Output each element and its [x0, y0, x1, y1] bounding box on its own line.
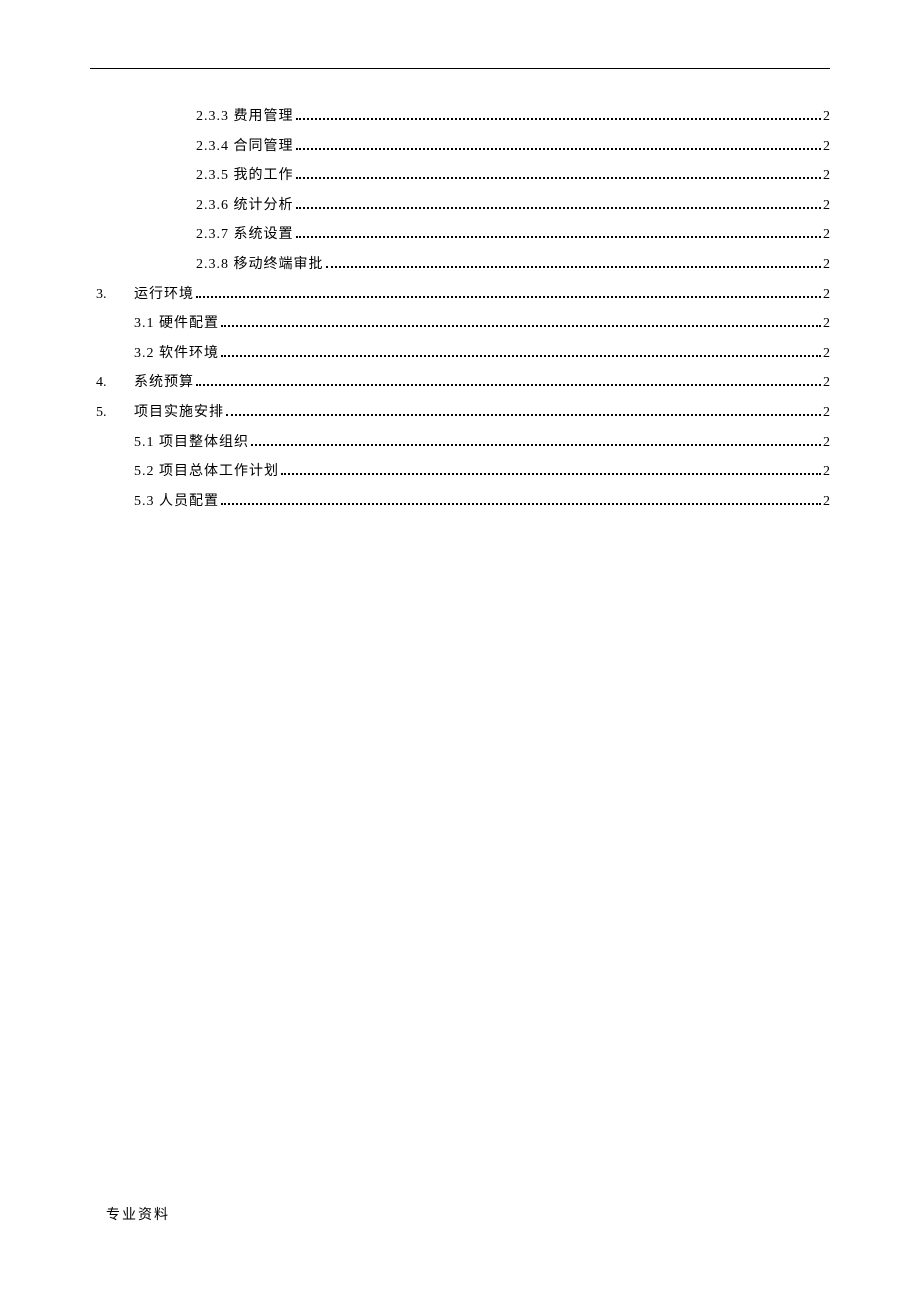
toc-page-number: 2 — [823, 403, 830, 423]
toc-section-number: 4. — [90, 373, 134, 393]
toc-page-number: 2 — [823, 285, 830, 305]
table-of-contents: 2.3.3 费用管理 2 2.3.4 合同管理 2 2.3.5 我的工作 2 2… — [90, 107, 830, 511]
toc-entry: 5.2 项目总体工作计划 2 — [90, 462, 830, 482]
toc-label: 5.1 项目整体组织 — [134, 433, 249, 453]
toc-page-number: 2 — [823, 225, 830, 245]
toc-entry: 2.3.6 统计分析 2 — [90, 196, 830, 216]
toc-label: 2.3.8 移动终端审批 — [196, 255, 324, 275]
toc-leader-dots — [221, 355, 821, 357]
document-page: 2.3.3 费用管理 2 2.3.4 合同管理 2 2.3.5 我的工作 2 2… — [0, 0, 920, 511]
toc-label: 5.2 项目总体工作计划 — [134, 462, 279, 482]
toc-page-number: 2 — [823, 433, 830, 453]
toc-label: 2.3.3 费用管理 — [196, 107, 294, 127]
toc-page-number: 2 — [823, 137, 830, 157]
toc-page-number: 2 — [823, 344, 830, 364]
toc-page-number: 2 — [823, 166, 830, 186]
toc-leader-dots — [196, 384, 821, 386]
toc-label: 5.3 人员配置 — [134, 492, 219, 512]
toc-leader-dots — [226, 414, 821, 416]
toc-leader-dots — [296, 236, 822, 238]
toc-entry: 5.3 人员配置 2 — [90, 492, 830, 512]
toc-entry: 3.2 软件环境 2 — [90, 344, 830, 364]
toc-leader-dots — [251, 444, 821, 446]
toc-entry: 5. 项目实施安排 2 — [90, 403, 830, 423]
toc-leader-dots — [221, 325, 821, 327]
footer-text: 专业资料 — [106, 1204, 170, 1224]
toc-entry: 2.3.8 移动终端审批 2 — [90, 255, 830, 275]
toc-page-number: 2 — [823, 462, 830, 482]
toc-label: 项目实施安排 — [134, 403, 224, 423]
toc-page-number: 2 — [823, 255, 830, 275]
toc-page-number: 2 — [823, 314, 830, 334]
toc-label: 2.3.6 统计分析 — [196, 196, 294, 216]
toc-leader-dots — [326, 266, 822, 268]
toc-section-number: 5. — [90, 403, 134, 423]
toc-page-number: 2 — [823, 107, 830, 127]
toc-label: 3.2 软件环境 — [134, 344, 219, 364]
toc-entry: 3.1 硬件配置 2 — [90, 314, 830, 334]
toc-label: 系统预算 — [134, 373, 194, 393]
toc-entry: 2.3.4 合同管理 2 — [90, 137, 830, 157]
toc-label: 3.1 硬件配置 — [134, 314, 219, 334]
toc-leader-dots — [296, 207, 822, 209]
toc-leader-dots — [296, 118, 822, 120]
toc-page-number: 2 — [823, 492, 830, 512]
toc-entry: 5.1 项目整体组织 2 — [90, 433, 830, 453]
toc-leader-dots — [281, 473, 821, 475]
toc-entry: 3. 运行环境 2 — [90, 285, 830, 305]
toc-entry: 2.3.5 我的工作 2 — [90, 166, 830, 186]
toc-leader-dots — [196, 296, 821, 298]
toc-section-number: 3. — [90, 285, 134, 305]
toc-label: 2.3.7 系统设置 — [196, 225, 294, 245]
header-rule — [90, 68, 830, 69]
toc-page-number: 2 — [823, 196, 830, 216]
toc-leader-dots — [221, 503, 821, 505]
toc-label: 2.3.5 我的工作 — [196, 166, 294, 186]
toc-leader-dots — [296, 148, 822, 150]
toc-label: 2.3.4 合同管理 — [196, 137, 294, 157]
toc-entry: 2.3.7 系统设置 2 — [90, 225, 830, 245]
toc-entry: 4. 系统预算 2 — [90, 373, 830, 393]
toc-page-number: 2 — [823, 373, 830, 393]
toc-label: 运行环境 — [134, 285, 194, 305]
toc-leader-dots — [296, 177, 822, 179]
toc-entry: 2.3.3 费用管理 2 — [90, 107, 830, 127]
